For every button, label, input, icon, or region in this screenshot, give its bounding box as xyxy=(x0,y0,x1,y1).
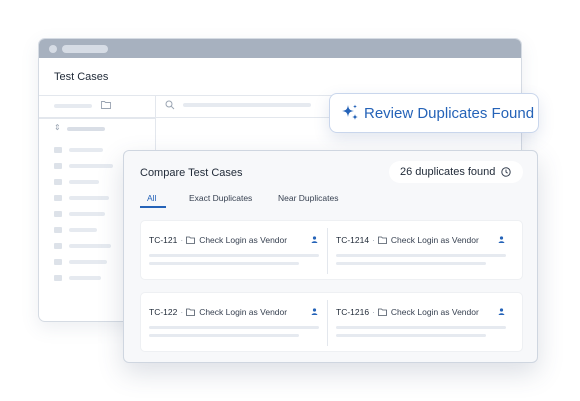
folder-icon xyxy=(378,236,387,244)
sidebar-item[interactable] xyxy=(54,163,113,169)
test-case-id: TC-1216 xyxy=(336,307,370,317)
test-case-cell-right[interactable]: TC-1216 · Check Login as Vendor xyxy=(328,293,514,353)
user-icon xyxy=(498,236,505,243)
new-folder-icon[interactable] xyxy=(101,100,111,109)
sort-label-placeholder xyxy=(67,127,105,131)
search-icon xyxy=(165,100,175,110)
test-case-cell-right[interactable]: TC-1214 · Check Login as Vendor xyxy=(328,221,514,281)
test-case-cell-left[interactable]: TC-122 · Check Login as Vendor xyxy=(141,293,327,353)
sidebar-item[interactable] xyxy=(54,259,107,265)
separator-dot: · xyxy=(372,235,375,245)
search-area[interactable] xyxy=(165,100,311,110)
duplicates-count-label: 26 duplicates found xyxy=(400,166,496,178)
description-placeholder xyxy=(149,326,319,329)
test-case-name: Check Login as Vendor xyxy=(199,235,288,245)
duplicate-pair-card[interactable]: TC-122 · Check Login as Vendor TC-1216 ·… xyxy=(140,292,523,352)
user-icon xyxy=(311,236,318,243)
description-placeholder xyxy=(149,262,299,265)
description-placeholder xyxy=(336,334,486,337)
review-duplicates-label: Review Duplicates Found xyxy=(364,104,535,122)
test-case-id: TC-122 xyxy=(149,307,178,317)
titlebar-placeholder xyxy=(62,44,108,53)
window-title: Test Cases xyxy=(39,58,521,96)
review-duplicates-button[interactable]: Review Duplicates Found xyxy=(329,93,539,133)
window-titlebar xyxy=(39,39,521,58)
sparkle-icon xyxy=(342,104,358,120)
clock-icon xyxy=(501,167,512,177)
tab-all[interactable]: All xyxy=(147,193,156,203)
test-case-id: TC-121 xyxy=(149,235,178,245)
folder-icon xyxy=(186,236,196,244)
duplicate-filter-tabs: All Exact Duplicates Near Duplicates xyxy=(140,193,520,209)
sidebar-item[interactable] xyxy=(54,211,105,217)
separator-dot: · xyxy=(180,235,184,245)
sidebar-item[interactable] xyxy=(54,179,99,185)
test-case-id: TC-1214 xyxy=(336,235,370,245)
test-case-name: Check Login as Vendor xyxy=(390,307,479,317)
sidebar-item[interactable] xyxy=(54,275,101,281)
folder-icon xyxy=(378,308,387,316)
user-icon xyxy=(498,308,505,315)
duplicates-count-badge[interactable]: 26 duplicates found xyxy=(389,161,523,183)
tab-exact-duplicates[interactable]: Exact Duplicates xyxy=(189,193,252,203)
window-control[interactable] xyxy=(49,44,57,53)
sidebar-item[interactable] xyxy=(54,243,111,249)
duplicate-pair-card[interactable]: TC-121 · Check Login as Vendor TC-1214 ·… xyxy=(140,220,523,280)
sidebar-item[interactable] xyxy=(54,147,103,153)
tab-near-duplicates[interactable]: Near Duplicates xyxy=(278,193,338,203)
description-placeholder xyxy=(149,254,319,257)
compare-test-cases-panel: Compare Test Cases 26 duplicates found A… xyxy=(123,150,538,363)
description-placeholder xyxy=(336,254,506,257)
test-case-name: Check Login as Vendor xyxy=(390,235,479,245)
panel-title: Compare Test Cases xyxy=(140,167,243,179)
test-case-cell-left[interactable]: TC-121 · Check Login as Vendor xyxy=(141,221,327,281)
sidebar-item[interactable] xyxy=(54,195,109,201)
separator-dot: · xyxy=(372,307,375,317)
sort-icon[interactable]: ⇕ xyxy=(54,124,61,132)
separator-dot: · xyxy=(180,307,184,317)
sidebar-header-placeholder xyxy=(54,104,92,108)
description-placeholder xyxy=(336,262,486,265)
search-input[interactable] xyxy=(183,103,311,107)
description-placeholder xyxy=(149,334,299,337)
description-placeholder xyxy=(336,326,506,329)
folder-icon xyxy=(186,308,196,316)
sidebar-item[interactable] xyxy=(54,227,97,233)
sidebar-divider xyxy=(39,118,156,119)
active-tab-indicator xyxy=(140,206,166,208)
user-icon xyxy=(311,308,318,315)
test-case-name: Check Login as Vendor xyxy=(199,307,288,317)
